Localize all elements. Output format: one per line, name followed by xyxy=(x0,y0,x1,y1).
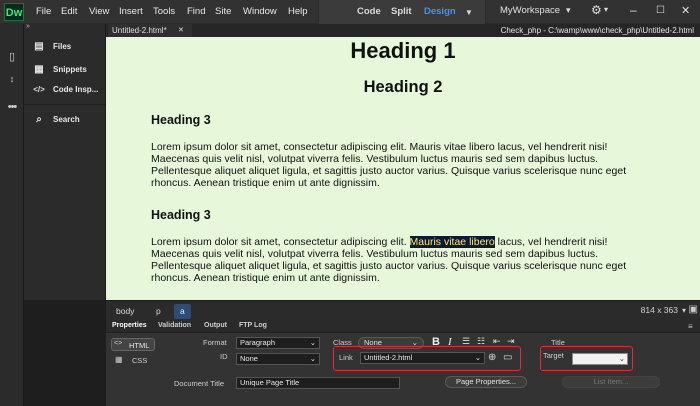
menu-help[interactable]: Help xyxy=(288,6,308,17)
heading-1[interactable]: Heading 1 xyxy=(106,38,700,64)
chevron-down-icon: ⌄ xyxy=(309,354,316,363)
window-size[interactable]: 814 x 363 xyxy=(641,305,678,315)
chevron-down-icon[interactable]: ▾ xyxy=(682,306,686,315)
sync-settings-icon[interactable]: ⚙ xyxy=(591,3,602,17)
files-icon: ▤ xyxy=(34,41,44,52)
code-icon: <> xyxy=(114,340,123,347)
html-mode-button[interactable]: <> HTML xyxy=(111,338,155,351)
properties-tabs: Properties Validation Output FTP Log ≡ xyxy=(106,321,700,333)
menu-file[interactable]: File xyxy=(36,6,51,17)
tab-properties[interactable]: Properties xyxy=(112,322,147,329)
paragraph[interactable]: Lorem ipsum dolor sit amet, consectetur … xyxy=(151,141,651,189)
tag-selector-p[interactable]: p xyxy=(150,304,167,319)
link-input[interactable]: Untitled-2.html ⌄ xyxy=(360,352,485,364)
split-view-button[interactable]: Split xyxy=(391,6,412,17)
browse-folder-icon[interactable]: ▭ xyxy=(503,352,512,363)
menu-edit[interactable]: Edit xyxy=(61,6,77,17)
target-select[interactable]: ⌄ xyxy=(572,353,628,365)
snippets-icon: ▦ xyxy=(34,64,44,75)
panel-menu-icon[interactable]: ≡ xyxy=(688,322,693,331)
design-view[interactable]: Heading 1 Heading 2 Heading 3 Lorem ipsu… xyxy=(106,37,700,300)
panel-divider xyxy=(24,104,105,105)
chevron-down-icon[interactable]: ▾ xyxy=(566,5,571,16)
files-panel: » ▤ Files ▦ Snippets </> Code Insp... ⌕ … xyxy=(24,23,106,300)
id-label: ID xyxy=(220,352,228,361)
tab-output[interactable]: Output xyxy=(204,322,227,329)
search-icon: ⌕ xyxy=(36,114,42,125)
dreamweaver-logo: Dw xyxy=(4,3,24,21)
format-label: Format xyxy=(203,338,227,347)
chevron-down-icon: ⌄ xyxy=(474,353,481,362)
menu-tools[interactable]: Tools xyxy=(153,6,175,17)
code-view-button[interactable]: Code xyxy=(357,6,381,17)
more-icon[interactable]: ••• xyxy=(5,100,19,114)
menu-window[interactable]: Window xyxy=(243,6,277,17)
tab-validation[interactable]: Validation xyxy=(158,322,191,329)
css-icon: ▦ xyxy=(115,355,123,364)
document-title-input[interactable]: Unique Page Title xyxy=(236,377,400,389)
chevron-down-icon: ⌄ xyxy=(618,354,625,363)
target-label: Target xyxy=(543,351,564,360)
menu-insert[interactable]: Insert xyxy=(119,6,143,17)
link-label: Link xyxy=(339,353,353,362)
tag-selector-a[interactable]: a xyxy=(174,304,191,319)
file-path: Check_php - C:\wamp\www\check_php\Untitl… xyxy=(500,26,694,35)
tag-selector-body[interactable]: body xyxy=(110,304,140,319)
format-select[interactable]: Paragraph ⌄ xyxy=(236,337,320,349)
collapse-icon[interactable]: » xyxy=(26,23,30,30)
selected-link[interactable]: Mauris vitae libero xyxy=(409,236,495,248)
document-tab-label: Untitled-2.html* xyxy=(112,26,167,35)
close-tab-icon[interactable]: ✕ xyxy=(178,24,184,37)
chevron-down-icon: ⌄ xyxy=(309,338,316,347)
css-mode-button[interactable]: ▦ CSS xyxy=(111,354,155,367)
id-select[interactable]: None ⌄ xyxy=(236,353,320,365)
chevron-down-icon[interactable]: ▼ xyxy=(465,8,473,17)
close-icon[interactable]: ✕ xyxy=(681,4,690,17)
code-inspector-icon: </> xyxy=(33,85,45,94)
heading-3[interactable]: Heading 3 xyxy=(151,208,211,222)
menu-view[interactable]: View xyxy=(89,6,109,17)
chevron-down-icon[interactable]: ▾ xyxy=(604,5,608,14)
tab-ftp-log[interactable]: FTP Log xyxy=(239,322,267,329)
list-item-button[interactable]: List Item... xyxy=(562,376,660,388)
view-switcher: Code Split Design ▼ xyxy=(318,0,486,24)
document-icon[interactable]: ▯ xyxy=(5,50,19,64)
menu-site[interactable]: Site xyxy=(215,6,231,17)
status-bar: body p a 814 x 363 ▾ ▣ xyxy=(106,300,700,321)
preview-icon[interactable]: ▣ xyxy=(689,304,698,315)
minimize-icon[interactable]: – xyxy=(630,3,637,17)
document-title-label: Document Title xyxy=(174,379,225,388)
workspace-selector[interactable]: MyWorkspace xyxy=(500,5,560,16)
sort-icon[interactable]: ↕ xyxy=(5,72,19,86)
heading-3[interactable]: Heading 3 xyxy=(151,113,211,127)
tool-rail: ▯ ↕ ••• xyxy=(0,24,24,406)
design-view-button[interactable]: Design xyxy=(424,6,456,17)
page-properties-button[interactable]: Page Properties... xyxy=(445,376,527,388)
menu-find[interactable]: Find xyxy=(187,6,205,17)
paragraph[interactable]: Lorem ipsum dolor sit amet, consectetur … xyxy=(151,236,651,284)
document-tab[interactable]: Untitled-2.html* ✕ xyxy=(108,24,192,37)
maximize-icon[interactable]: ☐ xyxy=(656,5,665,16)
point-to-file-icon[interactable]: ⊕ xyxy=(488,352,496,363)
heading-2[interactable]: Heading 2 xyxy=(106,78,700,97)
